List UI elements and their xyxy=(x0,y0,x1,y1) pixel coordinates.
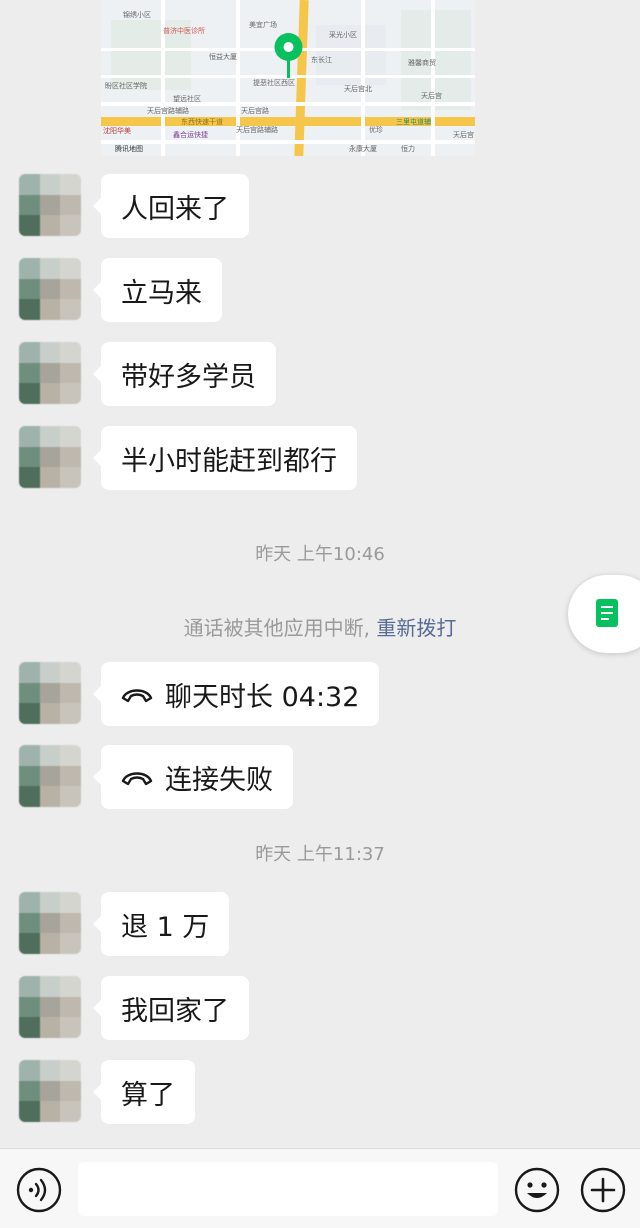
timestamp: 昨天 上午11:37 xyxy=(255,844,385,865)
map-label: 普济中医诊所 xyxy=(163,26,205,35)
location-map-card[interactable]: 锦绣小区 普济中医诊所 美宜广场 采光小区 恒益大厦 东长江 提恶社区西区 天后… xyxy=(101,0,475,156)
document-icon xyxy=(596,599,618,627)
map-label: 沈阳华美 xyxy=(103,126,131,135)
avatar[interactable] xyxy=(19,976,81,1038)
call-record-bubble[interactable]: 连接失败 xyxy=(93,745,293,809)
avatar[interactable] xyxy=(19,892,81,954)
map-label: 天后宫路 xyxy=(241,106,269,115)
map-label: 美宜广场 xyxy=(249,20,277,29)
map-label: 天后宫北 xyxy=(344,84,372,93)
call-record-bubble[interactable]: 聊天时长 04:32 xyxy=(92,662,380,726)
avatar[interactable] xyxy=(19,426,81,488)
message-bubble[interactable]: 人回来了 xyxy=(93,174,249,238)
map-label: 东西快速干道 xyxy=(181,117,223,126)
floating-document-button[interactable] xyxy=(568,575,640,653)
message-bubble[interactable]: 算了 xyxy=(93,1060,195,1124)
avatar[interactable] xyxy=(19,745,81,807)
map-label: 望远社区 xyxy=(173,94,201,103)
map-label: 锦绣小区 xyxy=(123,10,151,19)
map-label: 恒益大厦 xyxy=(209,52,237,61)
location-map: 锦绣小区 普济中医诊所 美宜广场 采光小区 恒益大厦 东长江 提恶社区西区 天后… xyxy=(101,0,475,156)
system-notice: 通话被其他应用中断, 重新拨打 xyxy=(0,612,640,641)
input-bar xyxy=(0,1148,640,1228)
chat-area[interactable]: 锦绣小区 普济中医诊所 美宜广场 采光小区 恒益大厦 东长江 提恶社区西区 天后… xyxy=(0,0,640,1148)
map-label: 优珍 xyxy=(369,125,383,134)
phone-hangup-icon xyxy=(121,772,153,786)
call-interrupted-text: 通话被其他应用中断, xyxy=(183,616,377,640)
call-record-text: 聊天时长 04:32 xyxy=(165,681,360,713)
map-label: 恒力 xyxy=(401,144,415,153)
map-label: 天后宫 xyxy=(453,130,474,139)
plus-icon[interactable] xyxy=(580,1167,626,1213)
redial-link[interactable]: 重新拨打 xyxy=(376,616,456,640)
map-label: 雅馨商贸 xyxy=(408,58,436,67)
voice-icon[interactable] xyxy=(16,1167,62,1213)
emoji-icon[interactable] xyxy=(514,1167,560,1213)
avatar[interactable] xyxy=(19,1060,81,1122)
message-bubble[interactable]: 立马来 xyxy=(93,258,222,322)
map-label: 天后宫路辅路 xyxy=(236,125,278,134)
map-label: 鑫合运快捷 xyxy=(173,130,208,139)
message-bubble[interactable]: 带好多学员 xyxy=(93,342,276,406)
phone-hangup-icon xyxy=(121,689,153,703)
avatar[interactable] xyxy=(19,258,81,320)
avatar[interactable] xyxy=(19,174,81,236)
map-label: 腾讯地图 xyxy=(115,144,143,153)
message-bubble[interactable]: 半小时能赶到都行 xyxy=(93,426,357,490)
timestamp: 昨天 上午10:46 xyxy=(255,544,385,565)
message-bubble[interactable]: 我回家了 xyxy=(93,976,249,1040)
map-label: 天后宫路辅路 xyxy=(147,106,189,115)
message-bubble[interactable]: 退 1 万 xyxy=(92,892,230,956)
avatar[interactable] xyxy=(19,342,81,404)
map-label: 采光小区 xyxy=(329,30,357,39)
message-input[interactable] xyxy=(78,1162,498,1216)
call-record-text: 连接失败 xyxy=(165,764,273,796)
map-label: 东长江 xyxy=(311,55,332,64)
avatar[interactable] xyxy=(19,662,81,724)
map-label: 永康大厦 xyxy=(349,144,377,153)
map-label: 提恶社区西区 xyxy=(253,78,295,87)
map-label: 盼区社区学院 xyxy=(105,81,147,90)
map-label: 天后宫 xyxy=(421,91,442,100)
map-label: 三里屯道辅 xyxy=(396,117,431,126)
